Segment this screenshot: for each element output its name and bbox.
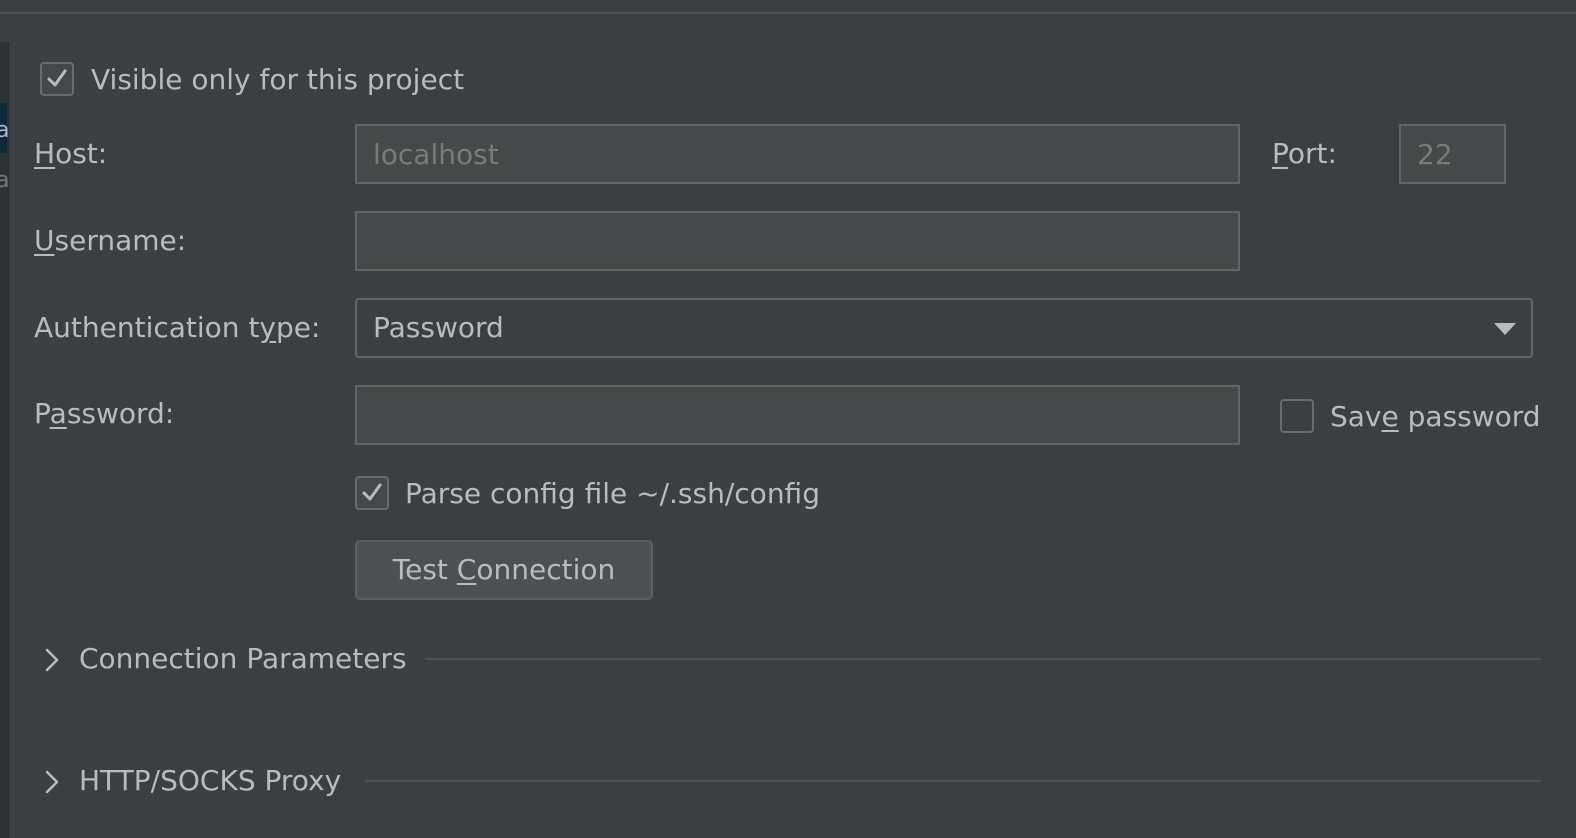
username-input[interactable] bbox=[355, 211, 1240, 271]
connection-parameters-divider bbox=[425, 658, 1541, 660]
http-socks-proxy-toggle[interactable]: HTTP/SOCKS Proxy bbox=[40, 762, 360, 802]
ssh-configuration-panel: a a Visible only for this project Host: … bbox=[0, 0, 1576, 838]
port-input[interactable] bbox=[1399, 124, 1506, 184]
password-label-post: ssword: bbox=[66, 397, 175, 430]
host-label-mnemonic: H bbox=[34, 137, 56, 170]
connection-parameters-toggle[interactable]: Connection Parameters bbox=[40, 640, 420, 680]
password-label-pre: P bbox=[34, 397, 50, 430]
host-input[interactable] bbox=[355, 124, 1240, 184]
auth-type-selected: Password bbox=[373, 311, 504, 344]
host-label: Host: bbox=[34, 137, 107, 171]
save-password-label-mnemonic: e bbox=[1381, 400, 1399, 433]
host-label-text: ost: bbox=[55, 137, 108, 170]
auth-type-label-pre: Authentication t bbox=[34, 311, 260, 344]
username-label-text: sername: bbox=[54, 224, 187, 257]
chevron-down-icon bbox=[1494, 323, 1516, 335]
http-socks-proxy-divider bbox=[365, 780, 1541, 782]
save-password-label-pre: Sav bbox=[1330, 400, 1382, 433]
auth-type-label-post: pe: bbox=[276, 311, 321, 344]
top-separator bbox=[0, 12, 1576, 14]
password-label: Password: bbox=[34, 397, 174, 431]
parse-config-checkbox[interactable] bbox=[355, 476, 389, 510]
test-connection-post: onnection bbox=[476, 553, 616, 586]
visible-only-label[interactable]: Visible only for this project bbox=[91, 63, 464, 97]
parse-config-label[interactable]: Parse config file ~/.ssh/config bbox=[405, 477, 820, 511]
port-label-text: ort: bbox=[1287, 137, 1337, 170]
password-input[interactable] bbox=[355, 385, 1240, 445]
auth-type-label-mnemonic: y bbox=[259, 311, 276, 344]
username-label-mnemonic: U bbox=[34, 224, 55, 257]
chevron-right-icon bbox=[45, 770, 59, 794]
password-label-mnemonic: a bbox=[49, 397, 67, 430]
port-label: Port: bbox=[1272, 137, 1337, 171]
connection-parameters-title: Connection Parameters bbox=[79, 642, 407, 675]
auth-type-dropdown[interactable]: Password bbox=[355, 298, 1533, 358]
left-list-item-fragment[interactable]: a bbox=[0, 168, 9, 193]
left-list-item-fragment[interactable]: a bbox=[0, 118, 9, 143]
checkmark-icon bbox=[47, 69, 67, 87]
port-label-mnemonic: P bbox=[1272, 137, 1288, 170]
checkmark-icon bbox=[362, 483, 382, 501]
test-connection-button[interactable]: Test Connection bbox=[355, 540, 653, 600]
chevron-right-icon bbox=[45, 648, 59, 672]
test-connection-mnemonic: C bbox=[456, 553, 477, 586]
username-label: Username: bbox=[34, 224, 186, 258]
http-socks-proxy-title: HTTP/SOCKS Proxy bbox=[79, 764, 342, 797]
visible-only-checkbox[interactable] bbox=[40, 62, 74, 96]
save-password-checkbox[interactable] bbox=[1280, 399, 1314, 433]
save-password-label-post: password bbox=[1398, 400, 1541, 433]
save-password-label[interactable]: Save password bbox=[1330, 400, 1541, 434]
auth-type-label: Authentication type: bbox=[34, 311, 320, 345]
test-connection-pre: Test bbox=[392, 553, 457, 586]
left-list-edge bbox=[0, 42, 9, 838]
